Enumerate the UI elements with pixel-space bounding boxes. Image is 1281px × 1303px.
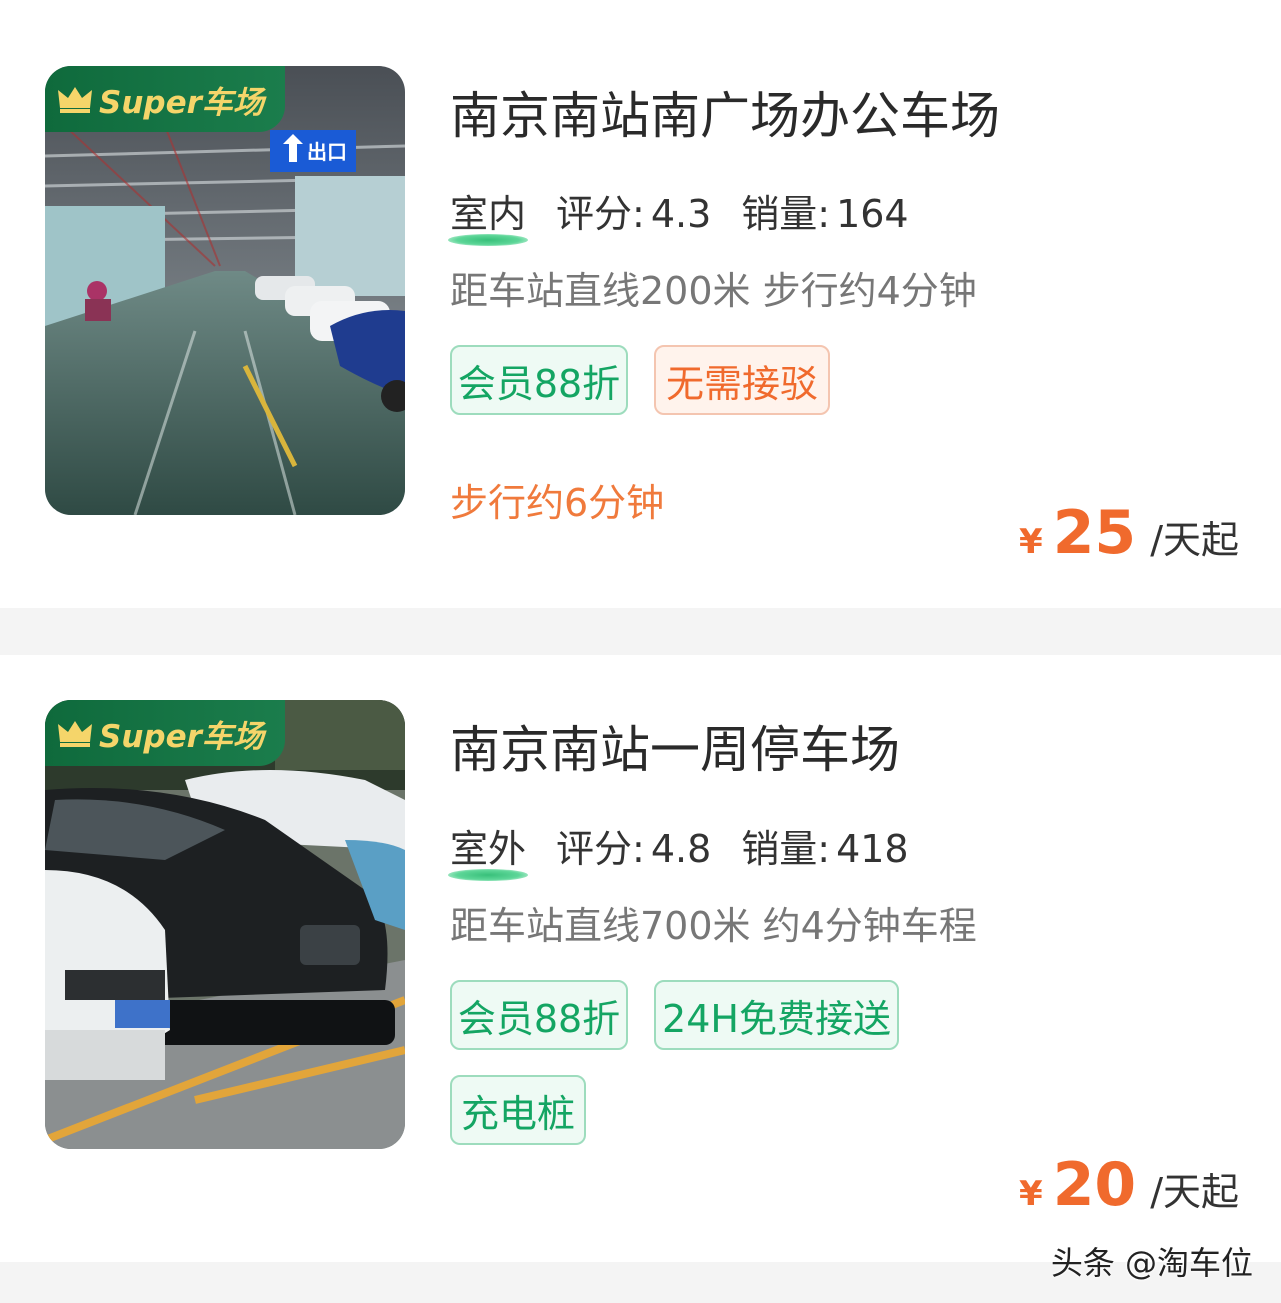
indoor-parking-garage-photo: 出口 bbox=[45, 66, 405, 515]
parking-listing-card[interactable]: 出口 Super车场 南京南站南广场办公车场 室内 评分: 4.3 销量: 16… bbox=[0, 0, 1281, 608]
price-unit: /天起 bbox=[1150, 1170, 1239, 1214]
tag-member-discount: 会员88折 bbox=[450, 980, 628, 1050]
crown-icon bbox=[58, 87, 92, 113]
listing-meta: 室外 评分: 4.8 销量: 418 bbox=[447, 818, 939, 881]
tag-member-discount: 会员88折 bbox=[450, 345, 628, 415]
distance-info: 距车站直线200米 步行约4分钟 bbox=[450, 269, 977, 313]
tag-no-shuttle: 无需接驳 bbox=[654, 345, 830, 415]
sales-value: 418 bbox=[836, 827, 909, 871]
price-block: ¥ 25 /天起 bbox=[1019, 498, 1239, 568]
badge-label: Super车场 bbox=[99, 718, 264, 755]
source-watermark: 头条 @淘车位 bbox=[1050, 1244, 1253, 1282]
parking-lot-title[interactable]: 南京南站一周停车场 bbox=[450, 710, 900, 782]
tag-charging-pile: 充电桩 bbox=[450, 1075, 586, 1145]
outdoor-parking-lot-photo bbox=[45, 700, 405, 1149]
price-unit: /天起 bbox=[1150, 518, 1239, 562]
lot-type-label: 室内 bbox=[447, 183, 529, 246]
parking-lot-thumbnail[interactable]: 出口 Super车场 bbox=[45, 66, 405, 515]
currency-symbol: ¥ bbox=[1019, 522, 1043, 562]
walk-time-note: 步行约6分钟 bbox=[450, 481, 665, 525]
sales-label: 销量: bbox=[741, 192, 831, 236]
rating-value: 4.3 bbox=[650, 192, 712, 236]
lot-type-label: 室外 bbox=[447, 818, 529, 881]
sales-label: 销量: bbox=[741, 827, 831, 871]
rating-label: 评分: bbox=[556, 827, 645, 871]
parking-lot-title[interactable]: 南京南站南广场办公车场 bbox=[450, 76, 1000, 148]
crown-icon bbox=[58, 721, 92, 747]
rating-value: 4.8 bbox=[650, 827, 712, 871]
super-lot-badge: Super车场 bbox=[45, 66, 285, 132]
tag-free-shuttle: 24H免费接送 bbox=[654, 980, 899, 1050]
price-value: 20 bbox=[1052, 1150, 1137, 1220]
distance-info: 距车站直线700米 约4分钟车程 bbox=[450, 904, 977, 948]
super-lot-badge: Super车场 bbox=[45, 700, 285, 766]
listing-meta: 室内 评分: 4.3 销量: 164 bbox=[447, 183, 939, 246]
rating-label: 评分: bbox=[556, 192, 645, 236]
parking-listing-card[interactable]: Super车场 南京南站一周停车场 室外 评分: 4.8 销量: 418 距车站… bbox=[0, 655, 1281, 1262]
price-value: 25 bbox=[1052, 498, 1137, 568]
parking-lot-thumbnail[interactable]: Super车场 bbox=[45, 700, 405, 1149]
price-block: ¥ 20 /天起 bbox=[1019, 1150, 1239, 1220]
currency-symbol: ¥ bbox=[1019, 1174, 1043, 1214]
sales-value: 164 bbox=[836, 192, 909, 236]
badge-label: Super车场 bbox=[99, 84, 264, 121]
exit-sign-text: 出口 bbox=[307, 140, 347, 164]
